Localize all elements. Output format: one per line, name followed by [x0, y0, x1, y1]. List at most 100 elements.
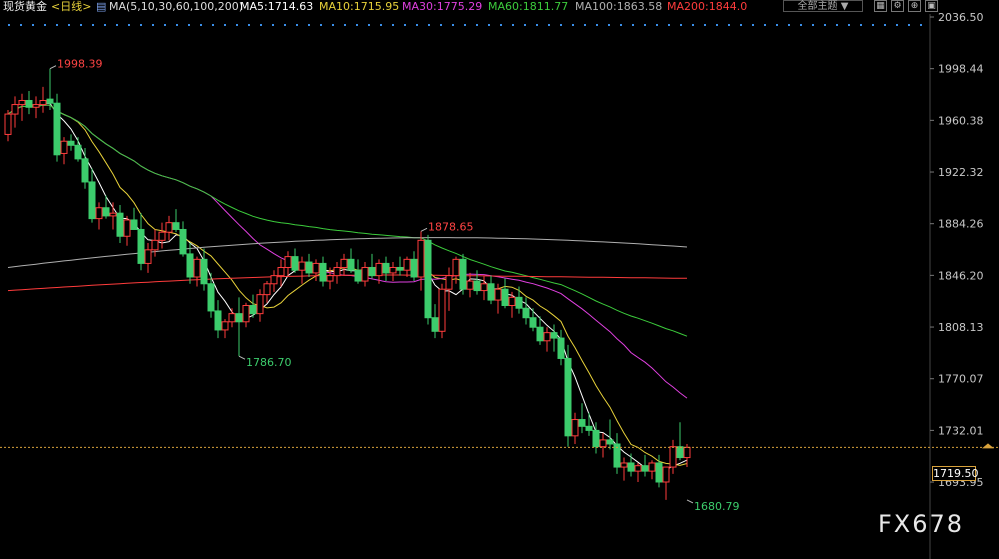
- candle-body: [326, 275, 334, 282]
- grid-dot: [560, 24, 562, 26]
- candle-body: [109, 212, 117, 217]
- candle-body: [620, 462, 628, 468]
- candle-body: [340, 258, 348, 268]
- ma5-value: MA5:1714.63: [240, 0, 314, 13]
- grid-dot: [440, 24, 442, 26]
- grid-dot: [224, 24, 226, 26]
- annotation-pointer: [238, 355, 246, 360]
- grid-dot: [80, 24, 82, 26]
- candle-body: [130, 219, 138, 230]
- annotation-label: 1786.70: [246, 356, 292, 369]
- ma5-line: [7, 102, 688, 472]
- candle-body: [25, 99, 33, 108]
- annotation-label: 1680.79: [694, 500, 740, 513]
- ma10-value: MA10:1715.95: [319, 0, 400, 13]
- ma-label[interactable]: MA(5,10,30,60,100,200): [109, 0, 243, 13]
- candle-body: [200, 258, 208, 285]
- y-tick-label: 1770.07: [938, 373, 984, 386]
- candle-body: [186, 253, 194, 278]
- grid-dot: [644, 24, 646, 26]
- candle-body: [676, 446, 684, 459]
- grid-dot: [164, 24, 166, 26]
- y-tick-label: 1960.38: [938, 114, 984, 127]
- chevron-down-icon: ▼: [840, 1, 849, 12]
- layout-icon[interactable]: ▦: [874, 0, 887, 12]
- candle-body: [606, 439, 614, 445]
- grid-dot: [116, 24, 118, 26]
- theme-dropdown[interactable]: 全部主题 ▼: [783, 0, 863, 12]
- candle-body: [179, 228, 187, 255]
- ma30-value: MA30:1775.29: [402, 0, 483, 13]
- candle-body: [193, 258, 201, 278]
- y-tick-label: 1846.20: [938, 269, 984, 282]
- grid-dot: [896, 24, 898, 26]
- grid-dot: [284, 24, 286, 26]
- grid-dot: [824, 24, 826, 26]
- y-tick-label: 1998.44: [938, 63, 984, 76]
- grid-dot: [596, 24, 598, 26]
- grid-dot: [200, 24, 202, 26]
- grid-dot: [104, 24, 106, 26]
- grid-dot: [56, 24, 58, 26]
- candle-body: [32, 104, 40, 108]
- candle-body: [67, 140, 75, 146]
- candle-body: [123, 219, 131, 237]
- grid-dot: [416, 24, 418, 26]
- watermark-logo: FX678: [878, 510, 965, 538]
- grid-dot: [632, 24, 634, 26]
- candle-body: [564, 357, 572, 437]
- candle-body: [508, 296, 516, 306]
- annotation-pointer: [686, 499, 694, 504]
- candle-body: [277, 266, 285, 277]
- candle-body: [347, 258, 355, 271]
- fullscreen-icon[interactable]: ▣: [925, 0, 938, 12]
- grid-dot: [140, 24, 142, 26]
- candle-body: [88, 181, 96, 220]
- period-selector[interactable]: <日线>: [51, 0, 91, 13]
- candle-body: [305, 261, 313, 274]
- candlestick-chart[interactable]: 2036.501998.441960.381922.321884.261846.…: [0, 0, 999, 559]
- grid-dot: [836, 24, 838, 26]
- candle-body: [214, 310, 222, 331]
- candle-body: [298, 261, 306, 271]
- ma200-line: [7, 274, 687, 292]
- candle-body: [480, 283, 488, 292]
- candle-body: [641, 465, 649, 472]
- grid-dot: [260, 24, 262, 26]
- grid-dot: [332, 24, 334, 26]
- candle-body: [354, 269, 362, 282]
- candle-body: [291, 256, 299, 271]
- grid-dot: [848, 24, 850, 26]
- grid-dot: [752, 24, 754, 26]
- grid-dot: [320, 24, 322, 26]
- candle-body: [494, 288, 502, 301]
- candle-body: [312, 262, 320, 274]
- candle-body: [284, 256, 292, 268]
- indicator-icon[interactable]: ▤: [96, 0, 106, 13]
- ma60-value: MA60:1811.77: [488, 0, 569, 13]
- settings-icon[interactable]: ⚙: [891, 0, 904, 12]
- candle-body: [536, 326, 544, 342]
- grid-dot: [620, 24, 622, 26]
- grid-dot: [68, 24, 70, 26]
- grid-dot: [8, 24, 10, 26]
- candle-body: [571, 419, 579, 437]
- grid-dot: [608, 24, 610, 26]
- candle-body: [459, 258, 467, 290]
- candle-body: [403, 258, 411, 271]
- theme-dropdown-label: 全部主题: [797, 1, 838, 12]
- candle-body: [410, 258, 418, 278]
- grid-dot: [716, 24, 718, 26]
- candle-body: [662, 466, 670, 483]
- zoom-icon[interactable]: ⊕: [908, 0, 921, 12]
- candle-body: [445, 275, 453, 290]
- grid-dot: [812, 24, 814, 26]
- grid-dot: [296, 24, 298, 26]
- grid-dot: [44, 24, 46, 26]
- grid-dot: [248, 24, 250, 26]
- candle-body: [221, 321, 229, 331]
- candle-body: [599, 439, 607, 448]
- grid-dot: [464, 24, 466, 26]
- grid-dot: [776, 24, 778, 26]
- y-tick-label: 1922.32: [938, 166, 984, 179]
